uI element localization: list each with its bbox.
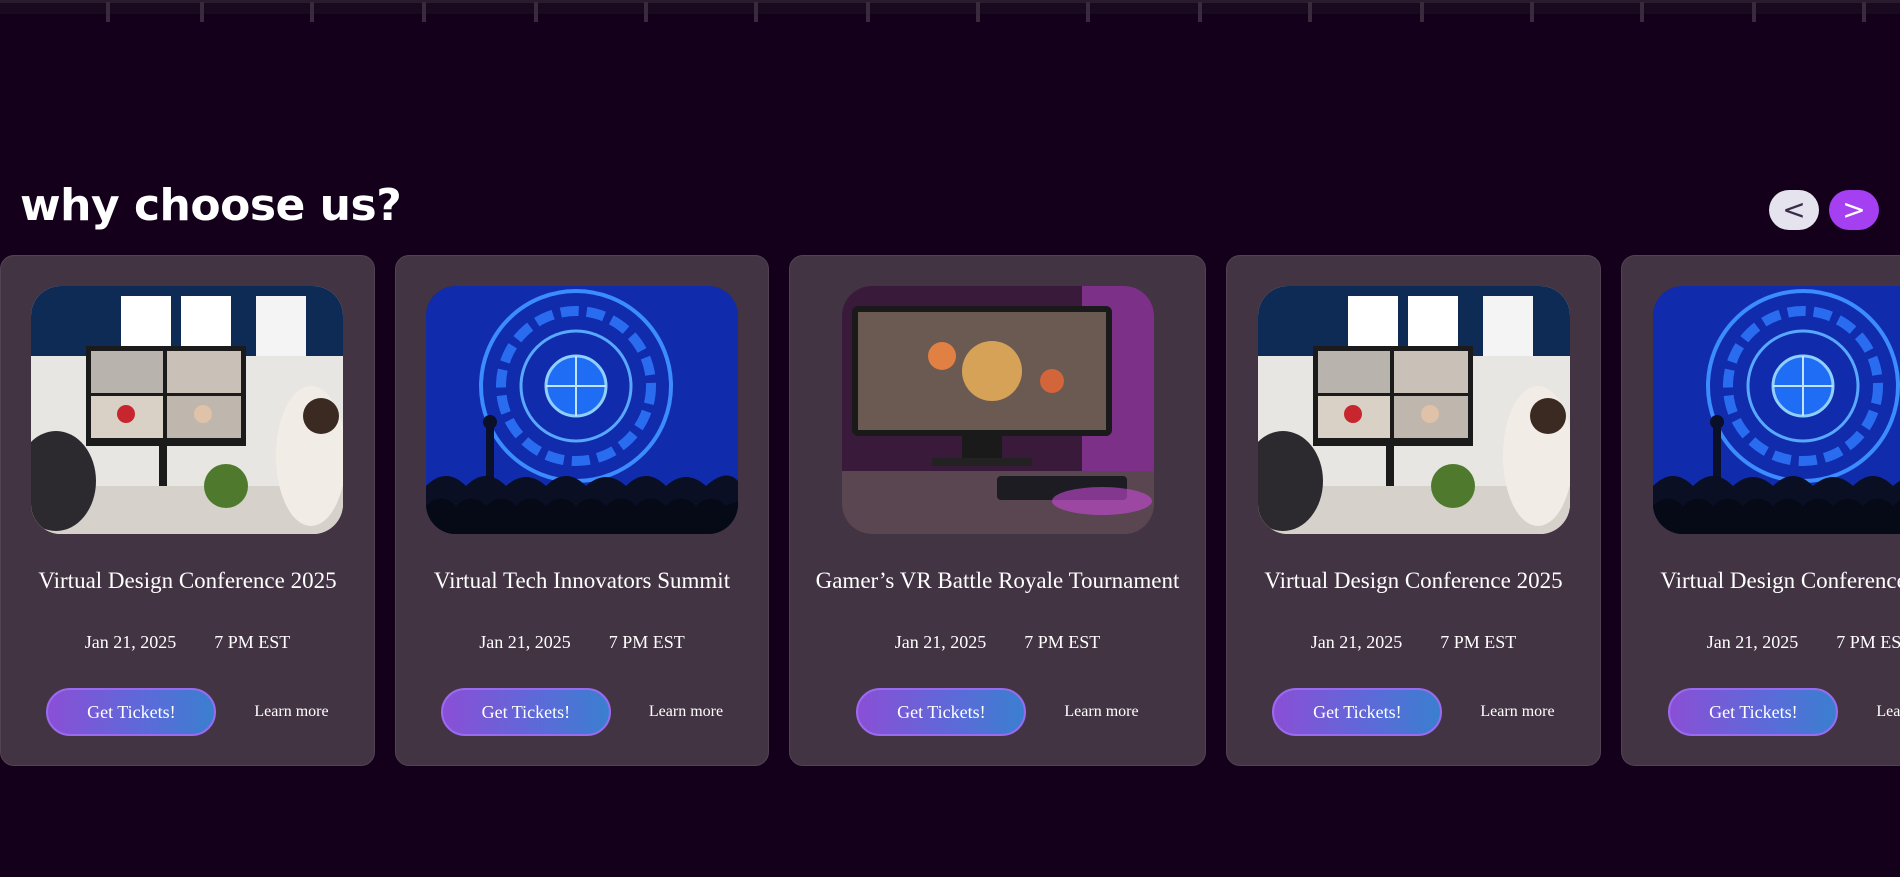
event-actions: Get Tickets! Learn more [1227,688,1600,736]
event-date: Jan 21, 2025 [84,632,177,652]
event-card: Virtual Design Conference 2025 Jan 21, 2… [0,255,375,766]
carousel-next-button[interactable]: > [1829,190,1879,230]
get-tickets-button[interactable]: Get Tickets! [1272,688,1443,736]
event-image-gaming-monitor [842,286,1154,534]
learn-more-link[interactable]: Learn more [649,703,723,721]
event-image-video-meeting [31,286,343,534]
event-actions: Get Tickets! Learn more [1622,688,1900,736]
event-actions: Get Tickets! Learn more [396,688,768,736]
event-meta: Jan 21, 2025 7 PM EST [1,632,374,653]
event-date: Jan 21, 2025 [894,632,987,652]
event-meta: Jan 21, 2025 7 PM EST [1227,632,1600,653]
event-card: Virtual Design Conference 2025 Jan 21, 2… [1621,255,1900,766]
learn-more-link[interactable]: Learn more [254,703,328,721]
event-title: Gamer’s VR Battle Royale Tournament [815,568,1180,593]
event-title: Virtual Design Conference 2025 [1660,568,1900,593]
event-time: 7 PM EST [1024,632,1101,652]
learn-more-link[interactable]: Learn more [1876,703,1900,721]
event-image-tech-summit [426,286,738,534]
event-image-tech-summit [1653,286,1900,534]
event-card: Virtual Design Conference 2025 Jan 21, 2… [1226,255,1601,766]
event-time: 7 PM EST [1836,632,1900,652]
event-time: 7 PM EST [1440,632,1517,652]
get-tickets-button[interactable]: Get Tickets! [440,688,611,736]
section-title: why choose us? [20,180,402,231]
event-date: Jan 21, 2025 [1706,632,1799,652]
event-title: Virtual Tech Innovators Summit [433,568,731,593]
carousel-prev-button[interactable]: < [1769,190,1819,230]
event-meta: Jan 21, 2025 7 PM EST [1622,632,1900,653]
event-title: Virtual Design Conference 2025 [1264,568,1563,593]
event-time: 7 PM EST [608,632,685,652]
top-decor-strip [0,0,1900,24]
get-tickets-button[interactable]: Get Tickets! [856,688,1027,736]
learn-more-link[interactable]: Learn more [1064,703,1138,721]
event-image-video-meeting [1258,286,1570,534]
event-time: 7 PM EST [214,632,291,652]
learn-more-link[interactable]: Learn more [1480,703,1554,721]
event-date: Jan 21, 2025 [479,632,571,652]
event-card: Virtual Tech Innovators Summit Jan 21, 2… [395,255,769,766]
event-title: Virtual Design Conference 2025 [38,568,337,593]
event-actions: Get Tickets! Learn more [1,688,374,736]
event-card: Gamer’s VR Battle Royale Tournament Jan … [789,255,1206,766]
event-date: Jan 21, 2025 [1310,632,1403,652]
get-tickets-button[interactable]: Get Tickets! [1668,688,1839,736]
event-meta: Jan 21, 2025 7 PM EST [790,632,1205,653]
get-tickets-button[interactable]: Get Tickets! [46,688,217,736]
event-actions: Get Tickets! Learn more [790,688,1205,736]
event-meta: Jan 21, 2025 7 PM EST [396,632,768,653]
